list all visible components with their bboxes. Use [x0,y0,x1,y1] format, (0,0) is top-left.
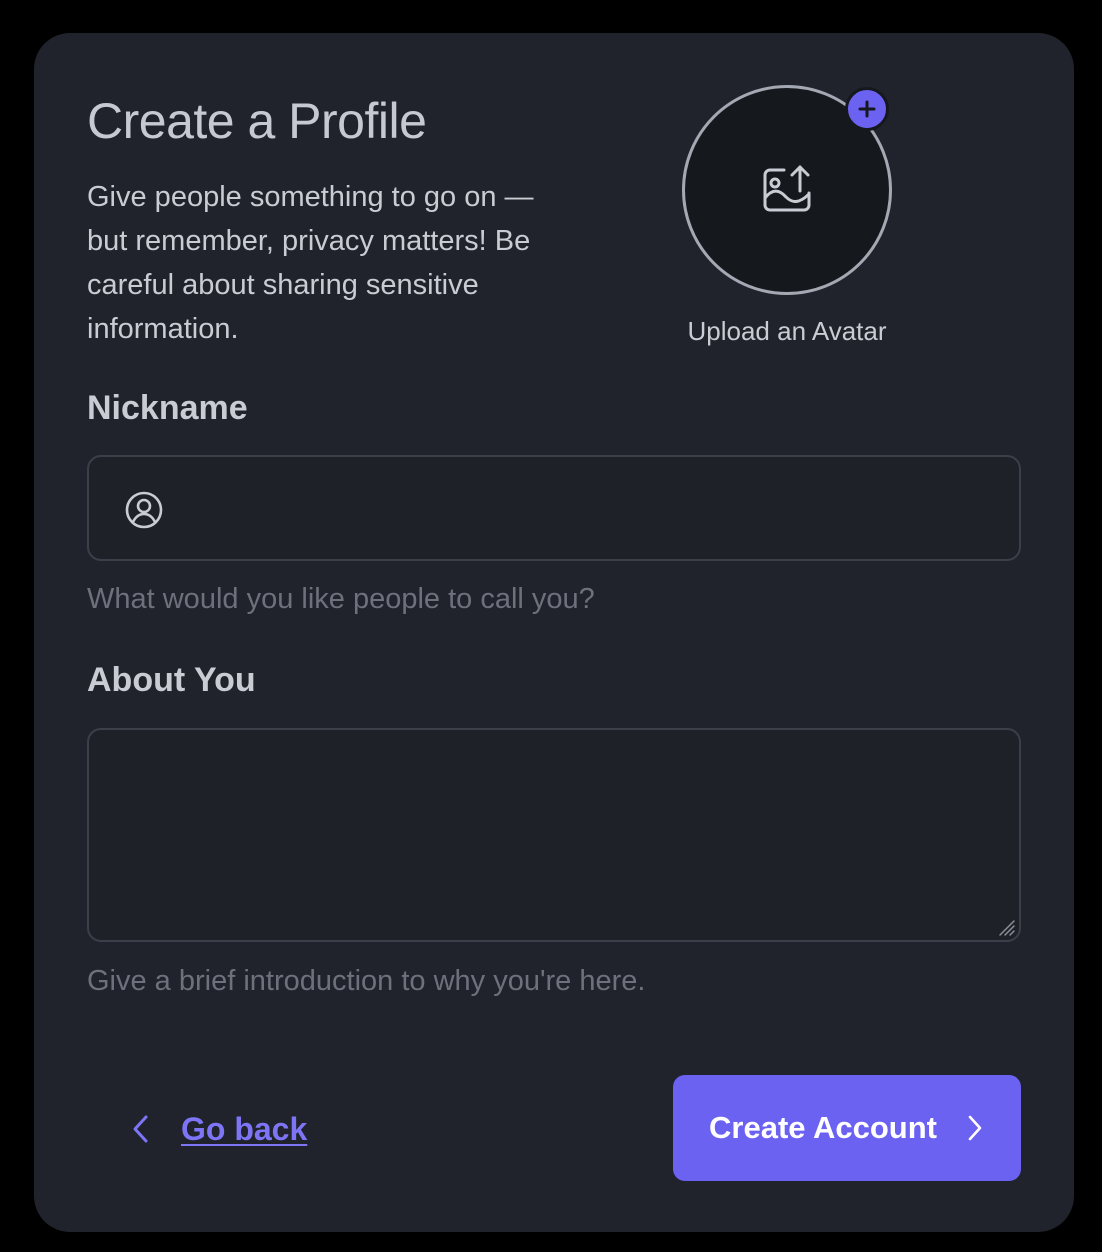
create-account-label: Create Account [709,1110,937,1145]
profile-card: Create a Profile Give people something t… [34,33,1074,1232]
about-textarea[interactable] [89,730,1019,940]
chevron-right-icon [968,1115,982,1141]
resize-handle-icon[interactable] [996,917,1016,937]
about-field[interactable] [87,728,1021,942]
nickname-field[interactable] [87,455,1021,561]
about-label: About You [87,661,256,699]
plus-icon [858,100,876,118]
intro-text: Give people something to go on — but rem… [87,181,534,345]
avatar-caption: Upload an Avatar [687,316,887,346]
chevron-left-icon [133,1115,148,1143]
about-hint: Give a brief introduction to why you're … [87,965,646,997]
add-avatar-button[interactable] [845,87,889,131]
go-back-link[interactable]: Go back [129,1107,307,1151]
nickname-hint: What would you like people to call you? [87,583,595,615]
nickname-label: Nickname [87,389,248,427]
page-title: Create a Profile [87,93,427,149]
image-upload-icon [763,165,811,212]
user-circle-icon [125,491,163,529]
go-back-label[interactable]: Go back [181,1111,307,1148]
create-account-button[interactable]: Create Account [673,1075,1021,1181]
nickname-input[interactable] [189,457,1003,561]
